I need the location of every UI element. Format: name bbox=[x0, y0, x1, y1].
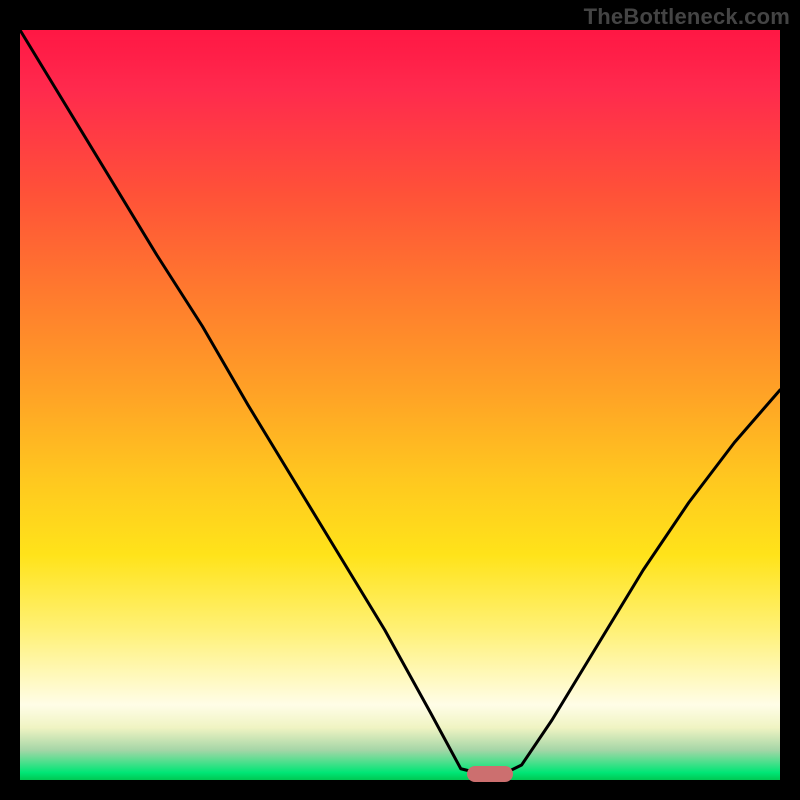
watermark-text: TheBottleneck.com bbox=[584, 4, 790, 30]
curve-path bbox=[20, 30, 780, 773]
plot-area bbox=[20, 30, 780, 780]
chart-frame: TheBottleneck.com bbox=[0, 0, 800, 800]
bottleneck-minimum-marker bbox=[467, 766, 513, 782]
bottleneck-curve bbox=[20, 30, 780, 780]
